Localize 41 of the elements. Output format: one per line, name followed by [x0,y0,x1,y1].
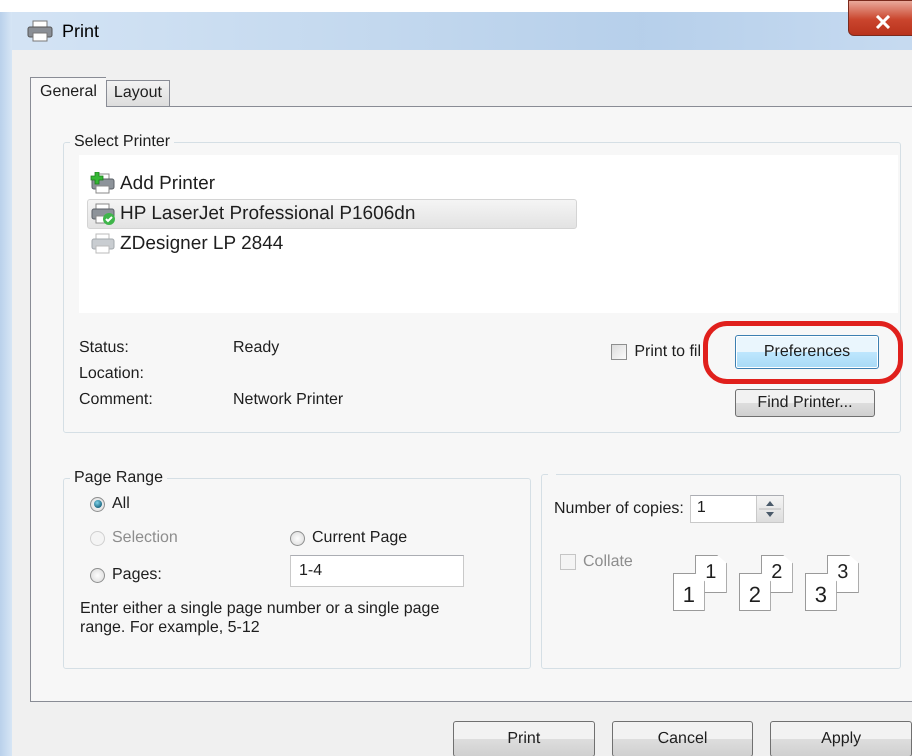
cancel-button[interactable]: Cancel [612,721,754,756]
page-sheet: 3 [804,573,837,611]
printer-item[interactable]: ZDesigner LP 2844 [87,229,577,259]
tab[interactable]: General [30,77,106,107]
radio-button[interactable] [90,568,105,582]
hint-text: Enter either a single page number or a single page range. For example, 5-12 [80,599,440,637]
preferences-button[interactable]: Preferences [735,335,879,369]
checkbox-label: Collate [583,553,633,571]
print-button[interactable]: Print [453,721,595,756]
find-printer-button[interactable]: Find Printer... [735,389,875,417]
page-sheet: 1 [672,573,705,611]
radio-option[interactable]: Pages: [90,566,162,584]
page-sheet: 2 [738,573,771,611]
group-title: Page Range [74,469,163,486]
field-value: Ready [233,339,280,357]
window-title: Print [62,20,100,42]
tab[interactable]: Layout [106,80,170,106]
printer-check-icon [90,202,116,226]
close-button[interactable] [848,0,912,36]
printer-icon [26,20,54,42]
radio-option[interactable]: All [90,495,130,513]
checkbox[interactable] [611,344,628,360]
spin-buttons[interactable] [756,496,783,522]
field-value: Network Printer [233,391,344,409]
printer-item[interactable]: HP LaserJet Professional P1606dn [87,199,577,229]
field-label: Comment: [79,391,154,409]
apply-button[interactable]: Apply [770,721,912,756]
checkbox-label: Print to fil [634,343,701,361]
printer-item[interactable]: Add Printer [87,169,577,199]
group-title: Select Printer [74,133,170,150]
radio-option[interactable]: Current Page [290,529,408,547]
radio-button[interactable] [290,530,305,546]
field-label: Status: [79,339,130,357]
pages-field[interactable]: 1-4 [290,555,464,587]
printer-icon [90,232,116,256]
close-icon [875,15,891,29]
field-label: Location: [79,365,145,383]
field-label: Number of copies: [554,500,684,518]
add-printer-icon [90,172,116,196]
radio-button[interactable] [90,496,105,512]
copies-field[interactable]: 1 [690,495,784,523]
